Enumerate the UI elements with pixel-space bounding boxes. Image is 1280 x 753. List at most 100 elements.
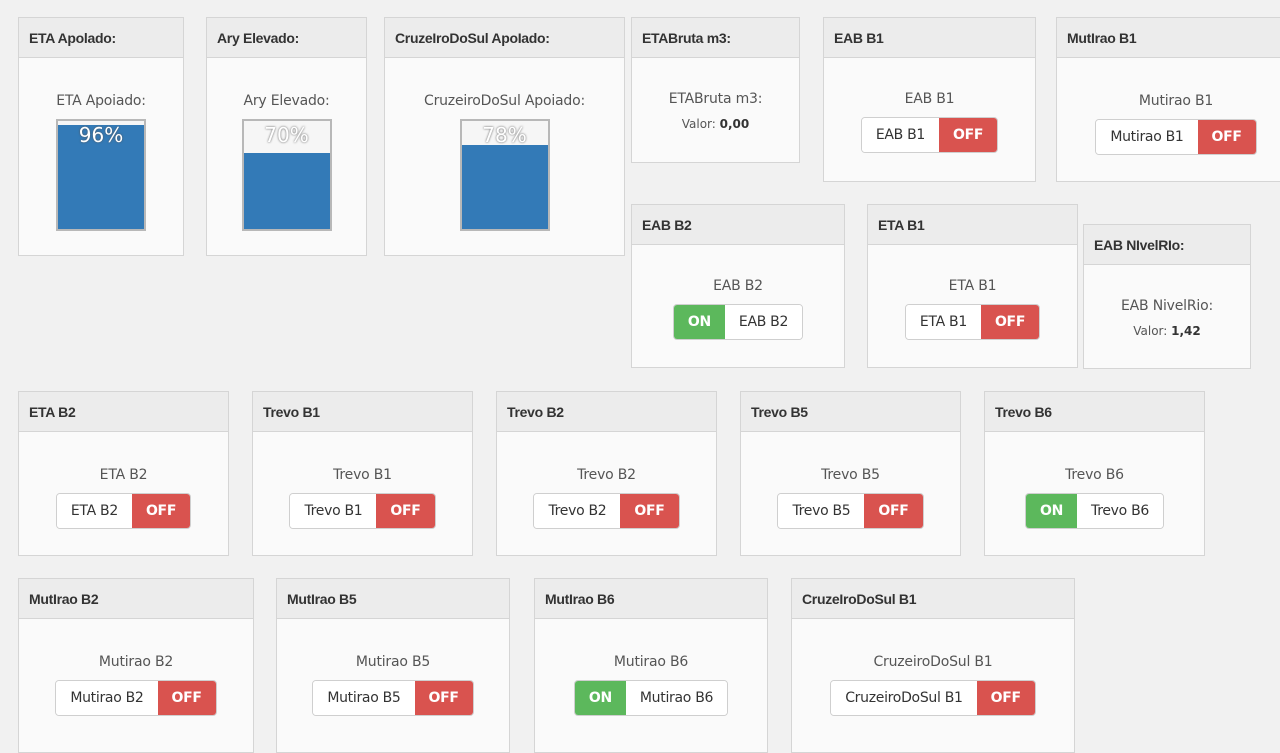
panel-title: MutIrao B1 <box>1057 18 1280 58</box>
switch-on-state[interactable]: ON <box>673 305 725 339</box>
panel-mutirao-b6: MutIrao B6 Mutirao B6 ON Mutirao B6 <box>534 578 768 753</box>
toggle-switch[interactable]: Trevo B2 OFF <box>533 493 680 529</box>
switch-label: ETA B1 <box>948 278 997 294</box>
value-caption: Valor: <box>681 117 716 131</box>
toggle-switch[interactable]: ETA B1 OFF <box>904 304 1041 340</box>
tank-gauge: 96% <box>56 119 146 231</box>
switch-label: Trevo B1 <box>333 467 392 483</box>
switch-name[interactable]: ETA B1 <box>905 305 981 339</box>
panel-title: Trevo B2 <box>497 392 716 432</box>
switch-name[interactable]: Mutirao B5 <box>313 681 415 715</box>
panel-trevo-b2: Trevo B2 Trevo B2 Trevo B2 OFF <box>496 391 717 556</box>
panel-title: CruzeIroDoSul ApoIado: <box>385 18 624 58</box>
panel-eab-b1: EAB B1 EAB B1 EAB B1 OFF <box>823 17 1036 182</box>
value-label: ETABruta m3: <box>668 91 763 107</box>
panel-eab-b2: EAB B2 EAB B2 ON EAB B2 <box>631 204 845 368</box>
panel-eta-b1: ETA B1 ETA B1 ETA B1 OFF <box>867 204 1078 368</box>
panel-eta-b2: ETA B2 ETA B2 ETA B2 OFF <box>18 391 229 556</box>
tank-label: CruzeiroDoSul Apoiado: <box>424 93 585 109</box>
toggle-switch[interactable]: Mutirao B5 OFF <box>312 680 474 716</box>
toggle-switch[interactable]: ON EAB B2 <box>672 304 804 340</box>
panel-title: ETA B2 <box>19 392 228 432</box>
toggle-switch[interactable]: Trevo B5 OFF <box>777 493 924 529</box>
switch-off-state[interactable]: OFF <box>976 681 1035 715</box>
panel-mutirao-b1: MutIrao B1 Mutirao B1 Mutirao B1 OFF <box>1056 17 1280 182</box>
switch-off-state[interactable]: OFF <box>980 305 1040 339</box>
panel-trevo-b5: Trevo B5 Trevo B5 Trevo B5 OFF <box>740 391 961 556</box>
switch-label: Trevo B6 <box>1065 467 1124 483</box>
value-label: EAB NivelRio: <box>1121 298 1213 314</box>
toggle-switch[interactable]: Trevo B1 OFF <box>289 493 436 529</box>
panel-mutirao-b5: MutIrao B5 Mutirao B5 Mutirao B5 OFF <box>276 578 510 753</box>
panel-title: MutIrao B2 <box>19 579 253 619</box>
panel-ary-elevado: Ary Elevado: Ary Elevado: 70% <box>206 17 367 256</box>
switch-label: EAB B2 <box>713 278 763 294</box>
switch-on-state[interactable]: ON <box>574 681 626 715</box>
switch-label: Trevo B5 <box>821 467 880 483</box>
toggle-switch[interactable]: Mutirao B2 OFF <box>55 680 217 716</box>
tank-level-fill <box>461 144 548 229</box>
switch-label: Mutirao B1 <box>1138 93 1214 109</box>
switch-name[interactable]: Trevo B2 <box>534 494 621 528</box>
panel-title: EAB B2 <box>632 205 844 245</box>
switch-name[interactable]: CruzeiroDoSul B1 <box>831 681 977 715</box>
panel-cruzeiro-b1: CruzeIroDoSul B1 CruzeiroDoSul B1 Cruzei… <box>791 578 1075 753</box>
tank-level-text: 78% <box>482 123 527 147</box>
panel-eta-apoiado: ETA Apolado: ETA Apoiado: 96% <box>18 17 184 256</box>
panel-title: Trevo B5 <box>741 392 960 432</box>
tank-level-text: 96% <box>78 123 124 147</box>
panel-title: ETA Apolado: <box>19 18 183 58</box>
panel-etabruta: ETABruta m3: ETABruta m3: Valor: 0,00 <box>631 17 800 163</box>
switch-off-state[interactable]: OFF <box>864 494 923 528</box>
panel-title: MutIrao B6 <box>535 579 767 619</box>
switch-label: ETA B2 <box>99 467 148 483</box>
switch-off-state[interactable]: OFF <box>131 494 191 528</box>
tank-label: Ary Elevado: <box>243 93 330 109</box>
tank-level-text: 70% <box>264 123 309 147</box>
toggle-switch[interactable]: Mutirao B1 OFF <box>1095 119 1257 155</box>
tank-gauge: 78% <box>459 119 550 231</box>
switch-name[interactable]: EAB B2 <box>724 305 803 339</box>
switch-off-state[interactable]: OFF <box>376 494 435 528</box>
toggle-switch[interactable]: ON Mutirao B6 <box>573 680 729 716</box>
panel-title: MutIrao B5 <box>277 579 509 619</box>
value-number: 1,42 <box>1171 324 1201 338</box>
panel-title: Trevo B6 <box>985 392 1204 432</box>
toggle-switch[interactable]: EAB B1 OFF <box>860 117 999 153</box>
tank-level-fill <box>243 153 330 229</box>
panel-mutirao-b2: MutIrao B2 Mutirao B2 Mutirao B2 OFF <box>18 578 254 753</box>
value-readout: Valor: 0,00 <box>632 117 799 131</box>
switch-off-state[interactable]: OFF <box>939 118 998 152</box>
switch-off-state[interactable]: OFF <box>157 681 216 715</box>
panel-title: Trevo B1 <box>253 392 472 432</box>
panel-title: EAB B1 <box>824 18 1035 58</box>
switch-name[interactable]: Trevo B6 <box>1077 494 1163 528</box>
switch-label: Mutirao B2 <box>98 654 174 670</box>
switch-off-state[interactable]: OFF <box>414 681 473 715</box>
tank-label: ETA Apoiado: <box>56 93 146 109</box>
value-caption: Valor: <box>1133 324 1168 338</box>
panel-title: EAB NIvelRIo: <box>1084 225 1250 265</box>
toggle-switch[interactable]: ON Trevo B6 <box>1025 493 1164 529</box>
switch-label: Trevo B2 <box>577 467 636 483</box>
switch-name[interactable]: Trevo B1 <box>290 494 377 528</box>
panel-trevo-b6: Trevo B6 Trevo B6 ON Trevo B6 <box>984 391 1205 556</box>
switch-on-state[interactable]: ON <box>1026 494 1078 528</box>
tank-gauge: 70% <box>241 119 332 231</box>
value-number: 0,00 <box>719 117 750 131</box>
toggle-switch[interactable]: ETA B2 OFF <box>55 493 192 529</box>
switch-name[interactable]: Mutirao B2 <box>56 681 158 715</box>
switch-name[interactable]: EAB B1 <box>861 118 940 152</box>
switch-off-state[interactable]: OFF <box>1197 120 1256 154</box>
panel-title: CruzeIroDoSul B1 <box>792 579 1074 619</box>
value-readout: Valor: 1,42 <box>1084 324 1250 338</box>
panel-trevo-b1: Trevo B1 Trevo B1 Trevo B1 OFF <box>252 391 473 556</box>
switch-name[interactable]: Mutirao B1 <box>1096 120 1198 154</box>
switch-name[interactable]: ETA B2 <box>56 494 132 528</box>
toggle-switch[interactable]: CruzeiroDoSul B1 OFF <box>830 680 1036 716</box>
panel-title: ETA B1 <box>868 205 1077 245</box>
switch-off-state[interactable]: OFF <box>620 494 679 528</box>
switch-name[interactable]: Mutirao B6 <box>625 681 728 715</box>
switch-label: CruzeiroDoSul B1 <box>873 654 993 670</box>
switch-name[interactable]: Trevo B5 <box>778 494 865 528</box>
